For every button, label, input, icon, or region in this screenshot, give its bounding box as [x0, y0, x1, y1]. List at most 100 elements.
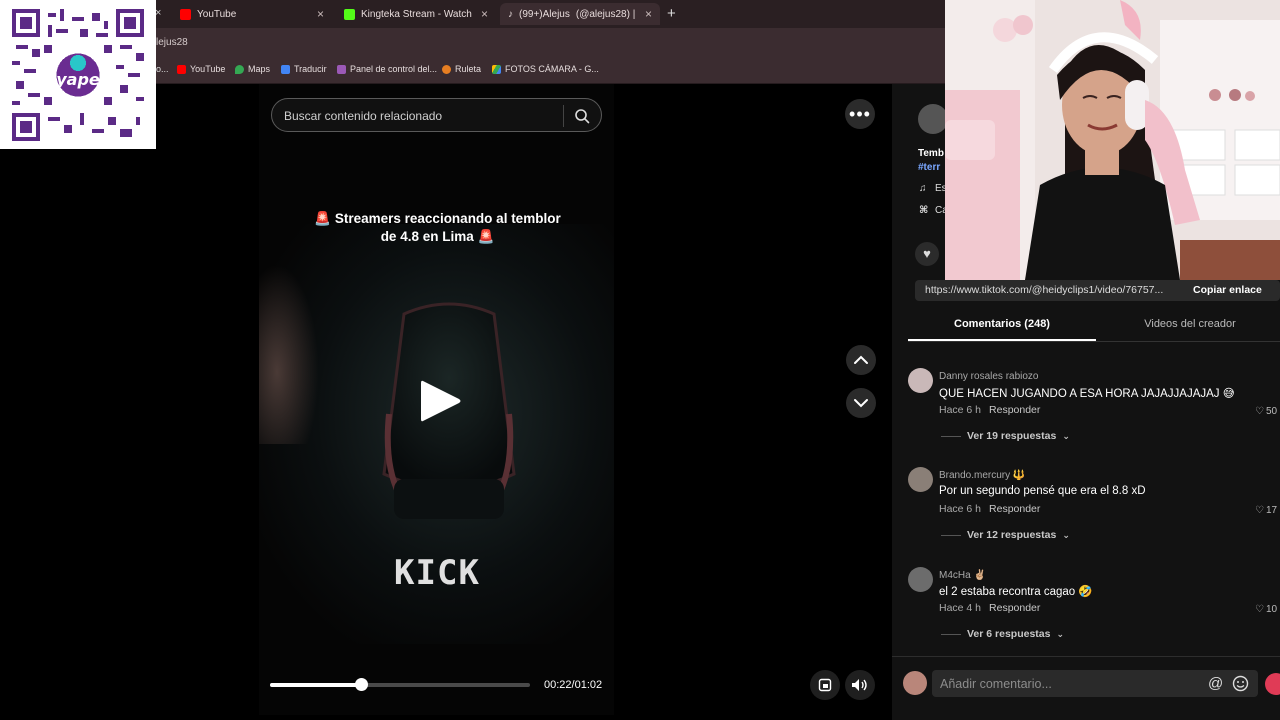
comment-username[interactable]: Brando.mercury 🔱	[939, 470, 1025, 481]
video-progress-bar[interactable]	[270, 678, 530, 691]
replies-label: Ver 6 respuestas	[967, 628, 1051, 640]
hashtag-peek[interactable]: #terr	[918, 162, 940, 173]
view-replies-button[interactable]: Ver 6 respuestas ⌄	[941, 628, 1064, 640]
comment-like[interactable]: ♡ 17	[1255, 505, 1277, 516]
tab-tiktok[interactable]: ♪ (99+)Alejus (@alejus28) | ×	[500, 3, 660, 25]
comment-username[interactable]: Danny rosales rabiozo	[939, 371, 1039, 382]
replies-line	[941, 534, 961, 536]
next-video-button[interactable]	[846, 388, 876, 418]
chevron-down-icon: ⌄	[1062, 529, 1070, 540]
tab-label: (99+)Alejus	[519, 8, 570, 20]
bookmark-fotos[interactable]: FOTOS CÁMARA - G...	[492, 64, 599, 74]
tab-kingteka[interactable]: Kingteka Stream - Watch Live o ×	[336, 3, 496, 25]
chevron-down-icon: ⌄	[1062, 430, 1070, 441]
youtube-icon	[177, 64, 186, 74]
search-icon[interactable]	[574, 108, 590, 124]
comment-meta: Hace 4 h Responder	[939, 602, 1040, 614]
chevron-down-icon	[854, 399, 868, 408]
replies-line	[941, 633, 961, 635]
search-divider	[563, 105, 564, 127]
bookmark-youtube[interactable]: YouTube	[177, 64, 225, 74]
picture-in-picture-button[interactable]	[810, 670, 840, 700]
volume-button[interactable]	[845, 670, 875, 700]
tab-close-icon[interactable]: ×	[317, 7, 324, 21]
bookmark-ruleta[interactable]: Ruleta	[442, 64, 481, 74]
tab-close-icon[interactable]: ×	[481, 7, 488, 21]
address-text: lejus28	[156, 37, 188, 48]
heart-outline-icon: ♡	[1255, 505, 1264, 516]
music-note-icon: ♫	[919, 183, 927, 194]
bookmark-panel[interactable]: Panel de control del...	[337, 64, 437, 74]
blurred-light	[259, 264, 319, 444]
send-comment-button[interactable]	[1265, 673, 1280, 695]
capcut-icon: ⌘	[919, 205, 929, 216]
volume-icon	[852, 679, 867, 691]
drive-icon	[492, 64, 501, 74]
replies-label: Ver 19 respuestas	[967, 430, 1057, 442]
tab-close-icon[interactable]: ×	[645, 7, 652, 21]
bookmark-label: Traducir	[294, 64, 327, 74]
view-replies-button[interactable]: Ver 12 respuestas ⌄	[941, 529, 1070, 541]
description-peek: Temb	[918, 148, 944, 159]
yape-qr-overlay: yape	[0, 0, 156, 149]
compose-divider	[892, 656, 1280, 657]
gaming-chair-image	[382, 302, 516, 519]
comment-avatar[interactable]	[908, 567, 933, 592]
creator-avatar[interactable]	[918, 104, 948, 134]
comment-username[interactable]: M4cHa ✌🏼	[939, 570, 986, 581]
new-tab-plus-icon[interactable]: +	[667, 5, 676, 22]
comment-avatar[interactable]	[908, 368, 933, 393]
emoji-icon[interactable]	[1232, 675, 1249, 692]
bookmark-overflow[interactable]: o...	[156, 64, 169, 74]
bookmark-traducir[interactable]: Traducir	[281, 64, 327, 74]
webcam-overlay	[945, 0, 1280, 280]
bookmark-maps[interactable]: Maps	[235, 64, 270, 74]
view-replies-button[interactable]: Ver 19 respuestas ⌄	[941, 430, 1070, 442]
bookmark-label: Panel de control del...	[350, 64, 438, 74]
like-count: 17	[1265, 505, 1278, 516]
related-search-input[interactable]	[284, 106, 554, 126]
related-search-box[interactable]	[271, 98, 602, 132]
comment-like[interactable]: ♡ 10	[1255, 604, 1277, 615]
comment-input[interactable]	[940, 675, 1200, 692]
chevron-down-icon: ⌄	[1056, 628, 1065, 639]
comment-time: Hace 4 h	[939, 602, 982, 614]
like-count: 10	[1265, 604, 1278, 615]
previous-video-button[interactable]	[846, 345, 876, 375]
comment-text: Por un segundo pensé que era el 8.8 xD	[939, 485, 1146, 497]
reply-button[interactable]: Responder	[989, 503, 1040, 515]
screen: × YouTube × Kingteka Stream - Watch Live…	[0, 0, 1280, 720]
more-dots-icon: •••	[849, 104, 871, 124]
heart-icon[interactable]: ♥	[915, 242, 939, 266]
like-count: 50	[1265, 406, 1278, 417]
chevron-up-icon	[854, 355, 868, 364]
share-link-url[interactable]: https://www.tiktok.com/@heidyclips1/vide…	[925, 284, 1163, 296]
maps-pin-icon	[235, 64, 244, 74]
siren-icon: 🚨	[477, 229, 495, 244]
bookmark-label: Ruleta	[455, 64, 482, 74]
tab-creator-videos[interactable]: Videos del creador	[1100, 318, 1280, 330]
progress-knob[interactable]	[355, 678, 368, 691]
tab-youtube[interactable]: YouTube ×	[172, 3, 332, 25]
tab-label: YouTube	[197, 8, 237, 20]
reply-button[interactable]: Responder	[989, 602, 1040, 614]
tab-comments[interactable]: Comentarios (248)	[908, 318, 1096, 330]
replies-label: Ver 12 respuestas	[967, 529, 1057, 541]
tab-label: Kingteka Stream - Watch Live o	[361, 8, 475, 20]
more-options-button[interactable]: •••	[845, 99, 875, 129]
comment-text: el 2 estaba recontra cagao 🤣	[939, 586, 1093, 598]
translate-icon	[281, 64, 290, 74]
bookmark-label: YouTube	[190, 64, 226, 74]
comment-like[interactable]: ♡ 50	[1255, 406, 1277, 417]
video-caption: 🚨 Streamers reaccionando al temblor de 4…	[290, 210, 585, 246]
play-icon[interactable]	[417, 377, 463, 425]
mention-at-icon[interactable]: @	[1208, 675, 1223, 692]
copy-link-button[interactable]: Copiar enlace	[1193, 284, 1262, 296]
replies-line	[941, 435, 961, 437]
tab-handle: (@alejus28) |	[575, 8, 636, 20]
reply-button[interactable]: Responder	[989, 404, 1040, 416]
share-link-row: https://www.tiktok.com/@heidyclips1/vide…	[915, 280, 1280, 301]
comment-avatar[interactable]	[908, 467, 933, 492]
kick-favicon-icon	[344, 8, 355, 20]
comment-composer[interactable]: @	[932, 670, 1258, 697]
